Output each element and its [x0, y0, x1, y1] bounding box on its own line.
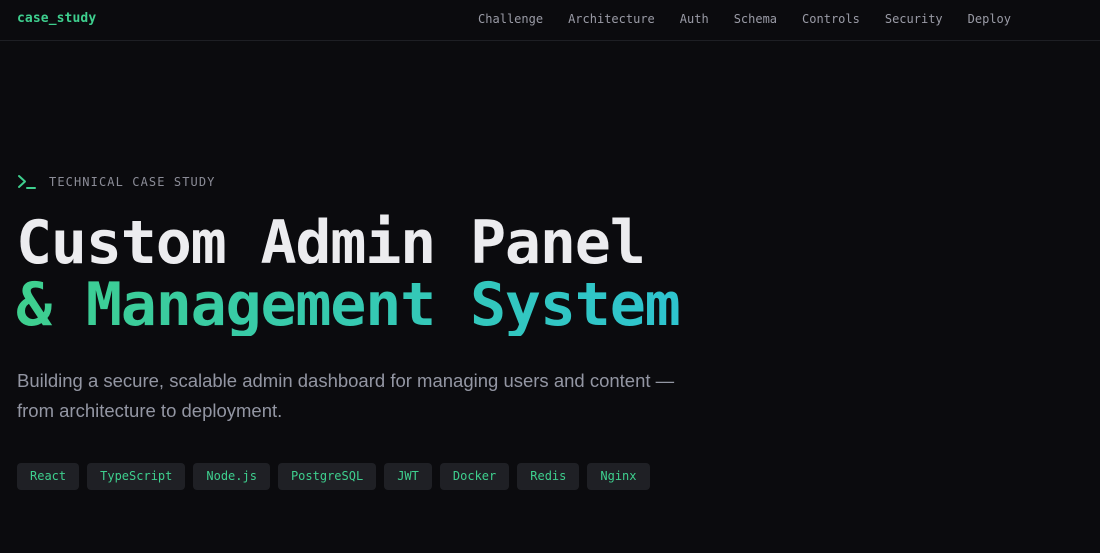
- nav-link-controls[interactable]: Controls: [802, 12, 860, 26]
- nav-links: Challenge Architecture Auth Schema Contr…: [453, 12, 1011, 26]
- tech-tag-postgresql: PostgreSQL: [277, 463, 377, 490]
- nav-link-security[interactable]: Security: [885, 12, 943, 26]
- nav-link-architecture[interactable]: Architecture: [568, 12, 655, 26]
- tech-tag-nginx: Nginx: [587, 463, 650, 490]
- tech-stack-tags: React TypeScript Node.js PostgreSQL JWT …: [17, 463, 658, 490]
- tech-tag-jwt: JWT: [384, 463, 432, 490]
- tech-tag-react: React: [17, 463, 80, 490]
- tech-tag-typescript: TypeScript: [87, 463, 186, 490]
- brand-logo-link[interactable]: case_study: [17, 11, 96, 26]
- tech-tag-redis: Redis: [517, 463, 580, 490]
- tech-tag-nodejs: Node.js: [193, 463, 270, 490]
- hero-eyebrow: TECHNICAL CASE STUDY: [17, 174, 216, 190]
- hero-title: Custom Admin Panel & Management System: [16, 208, 681, 340]
- eyebrow-label: TECHNICAL CASE STUDY: [49, 175, 216, 189]
- nav-link-auth[interactable]: Auth: [680, 12, 709, 26]
- tech-tag-docker: Docker: [439, 463, 510, 490]
- terminal-prompt-icon: [18, 175, 36, 189]
- top-nav: case_study Challenge Architecture Auth S…: [0, 0, 1100, 41]
- hero-subtitle: Building a secure, scalable admin dashbo…: [17, 370, 675, 421]
- nav-link-challenge[interactable]: Challenge: [478, 12, 543, 26]
- nav-link-deploy[interactable]: Deploy: [968, 12, 1011, 26]
- hero-title-line2: & Management System: [16, 270, 681, 340]
- hero-title-line1: Custom Admin Panel: [16, 208, 646, 278]
- nav-link-schema[interactable]: Schema: [734, 12, 777, 26]
